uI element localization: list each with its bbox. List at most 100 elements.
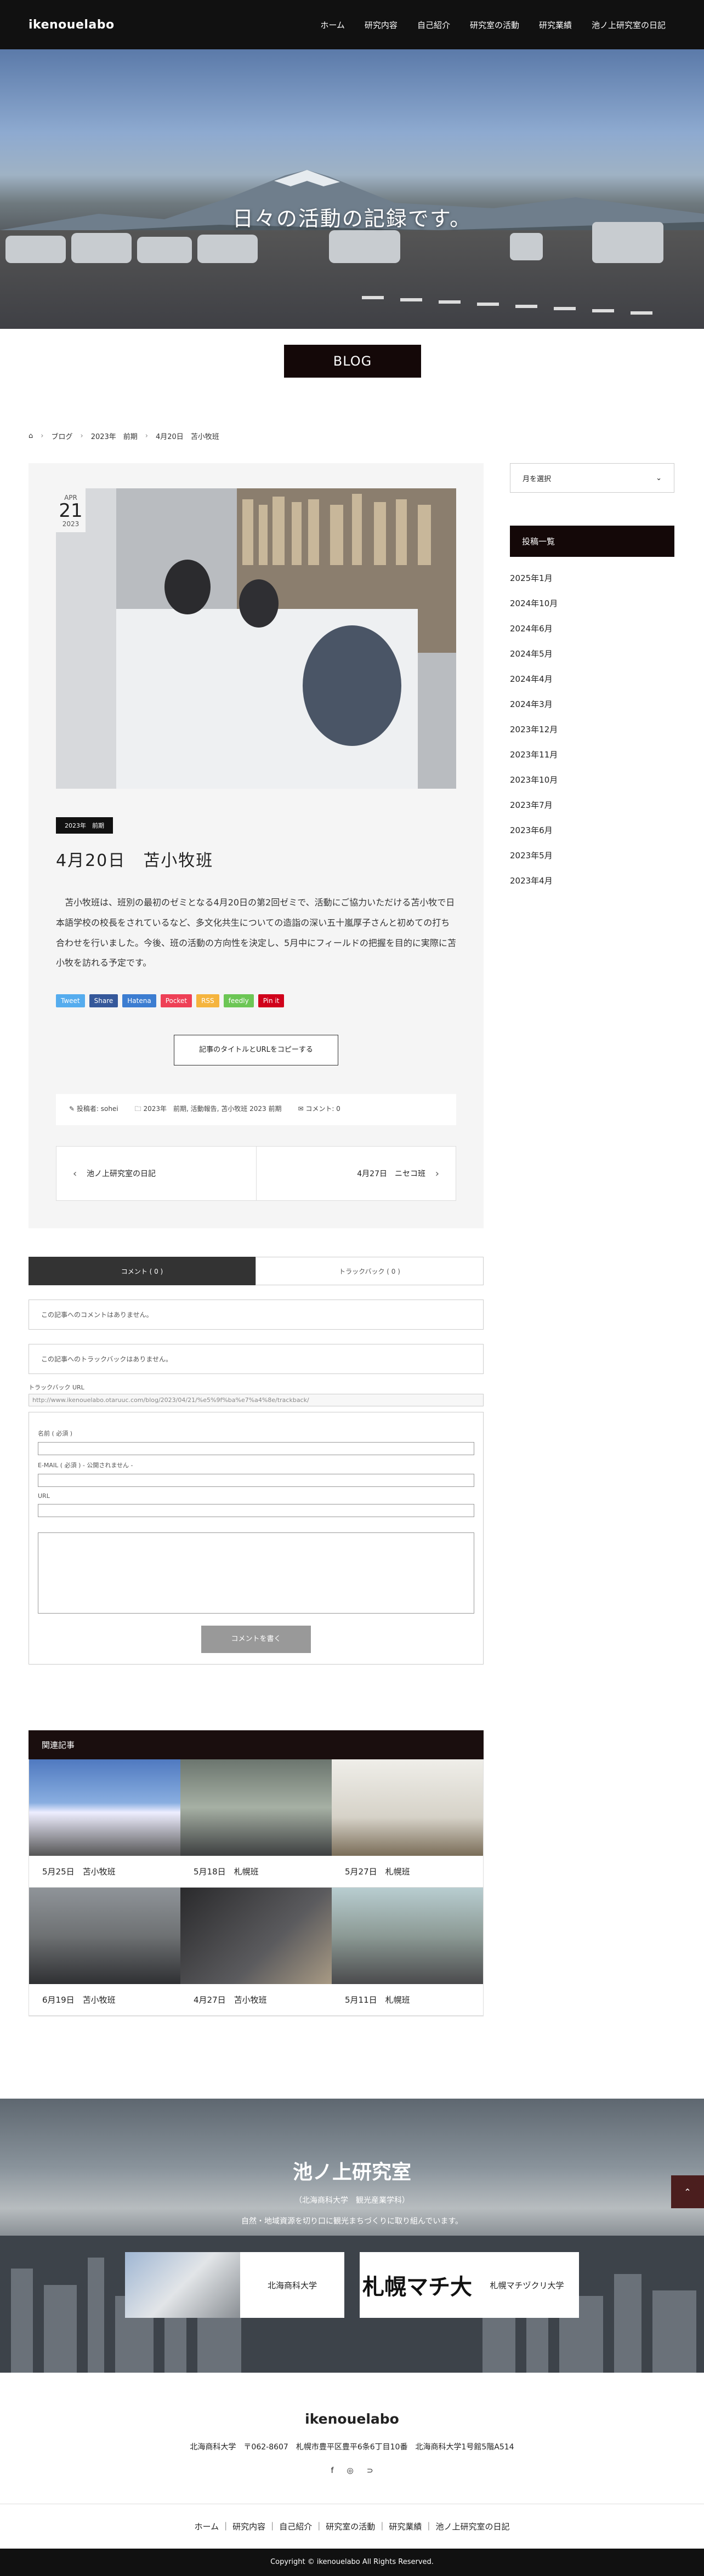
next-post-title: 4月27日 ニセコ班: [357, 1170, 425, 1179]
nav-activities[interactable]: 研究室の活動: [460, 19, 529, 31]
hokkai-university-label: 北海商科大学: [267, 2280, 317, 2290]
related-item[interactable]: 6月19日 苫小牧班: [29, 1888, 180, 2016]
submit-comment-button[interactable]: コメントを書く: [201, 1626, 311, 1654]
nav-profile[interactable]: 自己紹介: [407, 19, 460, 31]
trackback-url-label: トラックバック URL: [29, 1384, 84, 1392]
footer-nav-research[interactable]: 研究内容: [227, 2521, 271, 2532]
share-buttons: Tweet Share Hatena Pocket RSS feedly Pin…: [56, 994, 456, 1008]
share-pinterest-button[interactable]: Pin it: [258, 994, 285, 1008]
building-thumbnail: [125, 2252, 240, 2318]
copyright: Copyright © ikenouelabo All Rights Reser…: [0, 2549, 704, 2576]
rss-icon[interactable]: ⊃: [367, 2466, 373, 2475]
share-feedly-button[interactable]: feedly: [223, 994, 254, 1008]
url-field[interactable]: [38, 1504, 474, 1518]
share-facebook-button[interactable]: Share: [89, 994, 118, 1008]
related-item[interactable]: 4月27日 苫小牧班: [180, 1888, 332, 2016]
prev-post-link[interactable]: ‹ 池ノ上研究室の日記: [56, 1147, 256, 1200]
footer-logo[interactable]: ikenouelabo: [0, 2411, 704, 2427]
banner-description: 自然・地域資源を切り口に観光まちづくりに取り組んでいます。: [241, 2217, 463, 2226]
post-eyecatch-image: APR 21 2023: [56, 488, 456, 789]
back-to-top-button[interactable]: ⌃: [671, 2175, 704, 2209]
post-date-badge: APR 21 2023: [56, 488, 86, 532]
post-author-text: 投稿者: sohei: [76, 1105, 118, 1113]
content-area: APR 21 2023 2023年 前期 4月20日 苫小牧班 苫小牧班は、班別…: [0, 463, 704, 2017]
breadcrumb: ⌂ › ブログ › 2023年 前期 › 4月20日 苫小牧班: [0, 378, 704, 463]
breadcrumb-category[interactable]: 2023年 前期: [91, 431, 138, 441]
banner-subtitle: （北海商科大学 観光産業学科）: [294, 2196, 410, 2205]
nav-achievements[interactable]: 研究業績: [529, 19, 582, 31]
related-item[interactable]: 5月25日 苫小牧班: [29, 1759, 180, 1888]
share-twitter-button[interactable]: Tweet: [56, 994, 85, 1008]
breadcrumb-blog[interactable]: ブログ: [51, 431, 72, 441]
facebook-icon[interactable]: f: [331, 2466, 334, 2475]
email-label: E-MAIL ( 必須 ) - 公開されません -: [38, 1462, 133, 1469]
footer-social: f ◎ ⊃: [0, 2466, 704, 2475]
tab-trackbacks[interactable]: トラックバック ( 0 ): [256, 1257, 484, 1286]
archive-list: 2025年1月 2024年10月 2024年6月 2024年5月 2024年4月…: [510, 572, 674, 900]
machizukuri-university-card[interactable]: 札幌マチ大 札幌マチヅクリ大学: [360, 2252, 579, 2318]
chevron-right-icon: ›: [145, 432, 148, 440]
next-post-link[interactable]: 4月27日 ニセコ班 ›: [256, 1147, 456, 1201]
no-comments-note: この記事へのコメントはありません。: [29, 1300, 484, 1330]
archive-item[interactable]: 2023年6月: [510, 825, 553, 835]
email-field[interactable]: [38, 1474, 474, 1488]
related-thumbnail: [332, 1759, 483, 1856]
trackback-url-field[interactable]: http://www.ikenouelabo.otaruuc.com/blog/…: [29, 1394, 484, 1407]
post-comments-text[interactable]: コメント: 0: [305, 1105, 340, 1113]
site-header: ikenouelabo ホーム 研究内容 自己紹介 研究室の活動 研究業績 池ノ…: [0, 0, 704, 49]
archive-month-select[interactable]: 月を選択 ⌄: [510, 463, 674, 493]
archive-item[interactable]: 2023年7月: [510, 800, 553, 810]
related-item[interactable]: 5月11日 札幌班: [332, 1888, 483, 2016]
nav-home[interactable]: ホーム: [310, 19, 355, 31]
related-title: 6月19日 苫小牧班: [42, 1995, 116, 2005]
sidebar-heading: 投稿一覧: [510, 526, 674, 557]
archive-item[interactable]: 2023年10月: [510, 775, 558, 785]
post-meta: ✎ 投稿者: sohei 🗀 2023年 前期, 活動報告, 苫小牧班 2023…: [56, 1094, 456, 1126]
nav-diary[interactable]: 池ノ上研究室の日記: [582, 19, 675, 31]
crosswalk: [362, 296, 652, 315]
prev-post-title: 池ノ上研究室の日記: [87, 1170, 156, 1179]
post-category-tag[interactable]: 2023年 前期: [56, 817, 113, 834]
archive-item[interactable]: 2024年3月: [510, 699, 553, 709]
archive-item[interactable]: 2024年5月: [510, 649, 553, 659]
post-author: ✎ 投稿者: sohei: [69, 1104, 118, 1115]
archive-item[interactable]: 2023年12月: [510, 725, 558, 734]
archive-item[interactable]: 2023年11月: [510, 750, 558, 760]
comment-tabs: コメント ( 0 ) トラックバック ( 0 ): [29, 1257, 484, 1286]
footer-nav-activities[interactable]: 研究室の活動: [320, 2521, 381, 2532]
main-column: APR 21 2023 2023年 前期 4月20日 苫小牧班 苫小牧班は、班別…: [29, 463, 484, 2017]
related-title: 5月27日 札幌班: [345, 1867, 410, 1877]
related-item[interactable]: 5月27日 札幌班: [332, 1759, 483, 1888]
chevron-up-icon: ⌃: [684, 2186, 691, 2197]
home-icon[interactable]: ⌂: [29, 432, 33, 440]
share-pocket-button[interactable]: Pocket: [160, 994, 192, 1008]
archive-item[interactable]: 2024年6月: [510, 624, 553, 634]
site-footer: ikenouelabo 北海商科大学 〒062-8607 札幌市豊平区豊平6条6…: [0, 2411, 704, 2576]
comment-textarea[interactable]: [38, 1532, 474, 1614]
share-rss-button[interactable]: RSS: [196, 994, 219, 1008]
post-article: APR 21 2023 2023年 前期 4月20日 苫小牧班 苫小牧班は、班別…: [29, 463, 484, 1229]
archive-item[interactable]: 2023年5月: [510, 851, 553, 860]
name-field[interactable]: [38, 1442, 474, 1456]
nav-research[interactable]: 研究内容: [355, 19, 407, 31]
related-item[interactable]: 5月18日 札幌班: [180, 1759, 332, 1888]
tab-comments[interactable]: コメント ( 0 ): [29, 1257, 256, 1286]
site-logo[interactable]: ikenouelabo: [29, 18, 115, 32]
archive-item[interactable]: 2025年1月: [510, 573, 553, 583]
hokkai-university-card[interactable]: 北海商科大学: [125, 2252, 344, 2318]
archive-item[interactable]: 2023年4月: [510, 876, 553, 886]
footer-nav-achievements[interactable]: 研究業績: [383, 2521, 427, 2532]
copy-title-url-button[interactable]: 記事のタイトルとURLをコピーする: [174, 1035, 338, 1066]
no-trackbacks-note: この記事へのトラックバックはありません。: [29, 1344, 484, 1375]
footer-nav-home[interactable]: ホーム: [189, 2521, 225, 2532]
footer-nav-profile[interactable]: 自己紹介: [274, 2521, 317, 2532]
archive-item[interactable]: 2024年10月: [510, 599, 558, 608]
footer-nav-diary[interactable]: 池ノ上研究室の日記: [430, 2521, 515, 2532]
post-categories-text[interactable]: 2023年 前期, 活動報告, 苫小牧班 2023 前期: [143, 1105, 281, 1113]
related-thumbnail: [180, 1888, 332, 1985]
instagram-icon[interactable]: ◎: [347, 2466, 353, 2475]
name-label: 名前 ( 必須 ): [38, 1430, 73, 1438]
share-hatena-button[interactable]: Hatena: [122, 994, 156, 1008]
post-body: 苫小牧班は、班別の最初のゼミとなる4月20日の第2回ゼミで、活動にご協力いただけ…: [56, 897, 456, 968]
archive-item[interactable]: 2024年4月: [510, 674, 553, 684]
